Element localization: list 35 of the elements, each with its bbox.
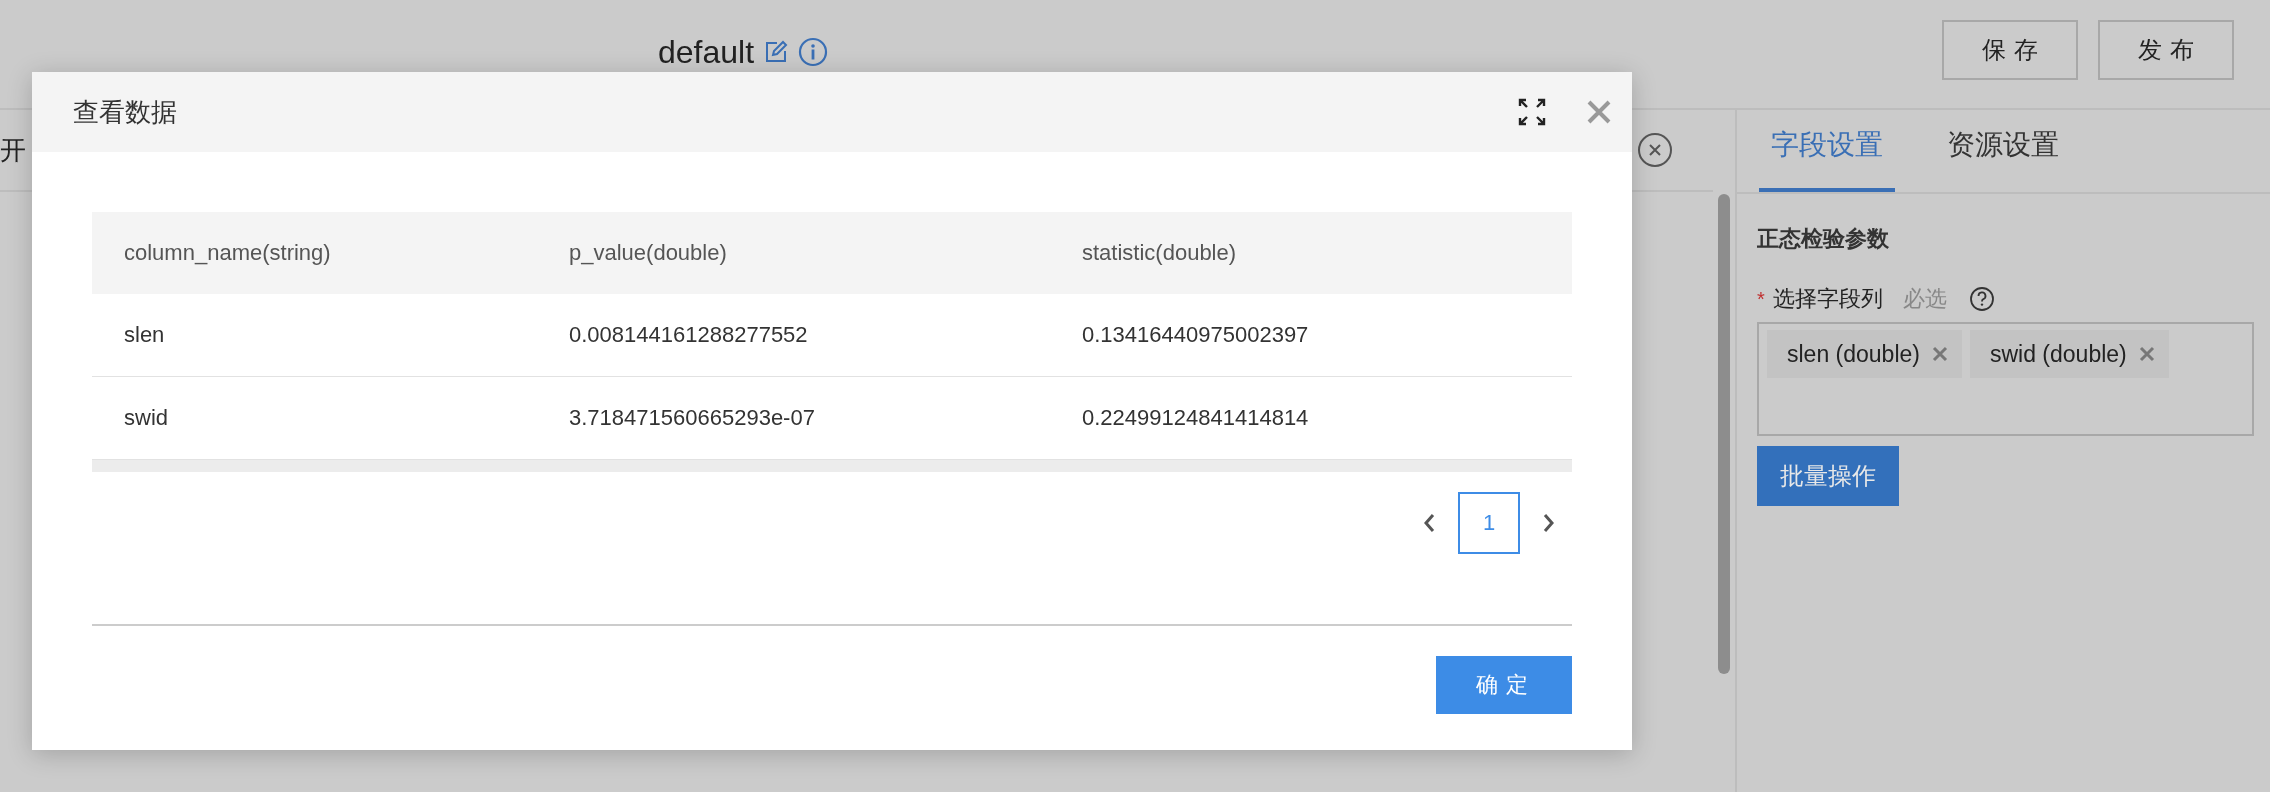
table-cell: 0.13416440975002397 (1050, 294, 1572, 377)
fullscreen-icon[interactable] (1518, 98, 1546, 126)
table-cell: swid (92, 376, 537, 460)
toolbar-text: 开 (0, 133, 26, 167)
section-title: 正态检验参数 (1757, 225, 1890, 253)
table-cell: 3.718471560665293e-07 (537, 376, 1050, 460)
close-icon[interactable] (1586, 99, 1612, 125)
remove-icon[interactable] (1931, 346, 1948, 362)
dialog-title: 查看数据 (73, 95, 177, 129)
panel-tab[interactable]: 资源设置 (1935, 126, 2071, 192)
field-hint: 必选 (1902, 285, 1947, 313)
tag-label: swid (double) (1989, 340, 2127, 368)
next-page-icon[interactable] (1542, 512, 1556, 534)
scrollbar[interactable] (1718, 194, 1730, 674)
help-icon[interactable] (1968, 286, 1995, 312)
table-cell: 0.008144161288277552 (537, 294, 1050, 377)
edit-icon[interactable] (764, 40, 789, 64)
header-button[interactable]: 发布 (2098, 20, 2234, 80)
field-label: 选择字段列 (1772, 285, 1883, 313)
remove-icon[interactable] (2138, 346, 2155, 362)
required-mark: * (1757, 287, 1765, 311)
table-cell: 0.22499124841414814 (1050, 376, 1572, 460)
previous-page-icon[interactable] (1422, 512, 1436, 534)
header-button[interactable]: 保存 (1942, 20, 2078, 80)
column-header: column_name(string) (92, 212, 537, 294)
column-header: p_value(double) (537, 212, 1050, 294)
info-icon[interactable] (798, 37, 829, 67)
column-header: statistic(double) (1050, 212, 1572, 294)
close-circle-icon[interactable] (1637, 132, 1673, 168)
tag-select-field[interactable]: slen (double) swid (double) (1757, 322, 2254, 436)
horizontal-scrollbar[interactable] (92, 460, 1572, 472)
table-cell: slen (92, 294, 537, 377)
batch-button[interactable]: 批量操作 (1757, 446, 1899, 506)
page-title: default (658, 33, 755, 71)
tag-label: slen (double) (1787, 340, 1920, 368)
